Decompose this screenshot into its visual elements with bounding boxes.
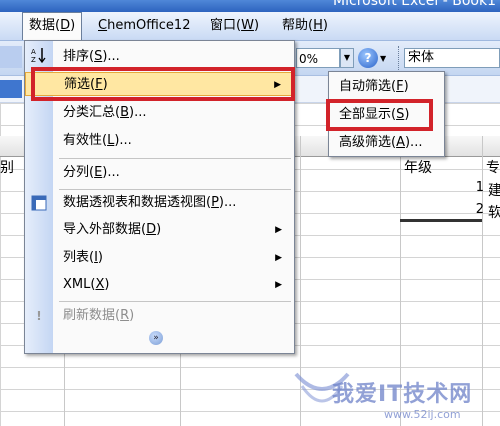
menu-separator [59,158,291,159]
menu-item-xml[interactable]: XML(X) ▶ [25,273,294,297]
help-dropdown-icon[interactable]: ▼ [380,54,386,63]
cell-row1-num[interactable]: 1 [464,180,484,195]
cell-border [400,219,482,222]
submenu-arrow-icon: ▶ [275,280,282,290]
title-bar: Microsoft Excel - Book1 [0,0,500,12]
toolbar-button-icon[interactable] [0,46,22,68]
menu-item-list[interactable]: 列表(I) ▶ [25,246,294,270]
menu-bar: 数据(D) ChemOffice12 窗口(W) 帮助(H) [0,12,500,41]
cell-major-header[interactable]: 专 [486,157,500,177]
menu-item-text-to-columns[interactable]: 分列(E)... [25,161,294,185]
submenu-item-autofilter[interactable]: 自动筛选(F) [329,76,444,98]
menu-data[interactable]: 数据(D) [22,12,83,40]
menu-separator [59,189,291,190]
name-box[interactable] [0,80,22,98]
submenu-item-advanced-filter[interactable]: 高级筛选(A)... [329,132,444,154]
menu-window[interactable]: 窗口(W) [204,12,265,40]
watermark: 我爱IT技术网 www.52ij.com [292,362,500,426]
cell-row2-num[interactable]: 2 [464,202,484,217]
menu-item-validation[interactable]: 有效性(L)... [25,129,294,153]
menu-item-subtotals[interactable]: 分类汇总(B)... [25,101,294,125]
menu-chemoffice[interactable]: ChemOffice12 [92,12,196,40]
expand-menu-icon[interactable]: » [149,331,163,345]
menu-separator [59,301,291,302]
cell-left[interactable]: 别 [0,157,14,177]
cell-grade-header[interactable]: 年级 [404,157,432,177]
watermark-url: www.52ij.com [384,408,461,421]
cell-row1-text[interactable]: 建 [488,180,500,200]
font-name-input[interactable]: 宋体 [404,48,500,68]
submenu-arrow-icon: ▶ [275,225,282,235]
zoom-input[interactable]: 0% [296,48,340,68]
submenu-arrow-icon: ▶ [275,253,282,263]
toolbar-separator [398,46,401,70]
menu-item-sort[interactable]: 排序(S)... [25,45,294,69]
menu-item-pivot[interactable]: 数据透视表和数据透视图(P)... [25,191,294,215]
help-icon[interactable]: ? [358,48,378,68]
cell-row2-text[interactable]: 软 [488,202,500,222]
menu-item-refresh: 刷新数据(R) [63,308,135,323]
annotation-box-filter [31,67,295,101]
window-title: Microsoft Excel - Book1 [333,0,496,9]
annotation-box-show-all [326,99,433,131]
zoom-dropdown-icon[interactable]: ▼ [340,48,354,68]
menu-item-import-data[interactable]: 导入外部数据(D) ▶ [25,218,294,242]
watermark-text: 我爱IT技术网 [332,382,473,407]
menu-help[interactable]: 帮助(H) [276,12,334,40]
excel-window: Microsoft Excel - Book1 数据(D) ChemOffice… [0,0,500,426]
